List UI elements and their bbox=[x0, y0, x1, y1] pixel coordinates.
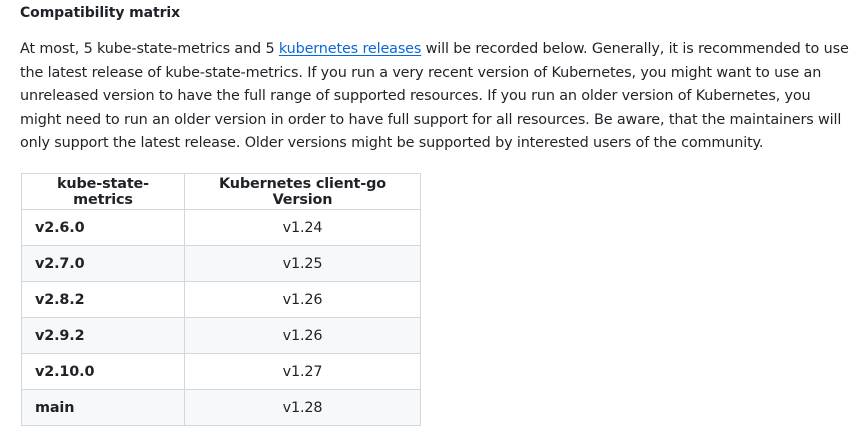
client-go-version-cell: v1.28 bbox=[184, 389, 421, 426]
table-row: v2.8.2 v1.26 bbox=[21, 281, 421, 318]
client-go-version-cell: v1.24 bbox=[184, 209, 421, 246]
ksm-version-cell: main bbox=[21, 389, 185, 426]
client-go-version-cell: v1.26 bbox=[184, 317, 421, 354]
compatibility-table: kube-state-metrics Kubernetes client-go … bbox=[21, 173, 421, 426]
description-paragraph: At most, 5 kube-state-metrics and 5 kube… bbox=[20, 38, 850, 156]
paragraph-text-start: At most, 5 kube-state-metrics and 5 bbox=[20, 41, 279, 57]
client-go-version-cell: v1.26 bbox=[184, 281, 421, 318]
ksm-version-cell: v2.9.2 bbox=[21, 317, 185, 354]
ksm-version-cell: v2.6.0 bbox=[21, 209, 185, 246]
table-row: v2.6.0 v1.24 bbox=[21, 209, 421, 246]
client-go-version-cell: v1.27 bbox=[184, 353, 421, 390]
table-row: v2.7.0 v1.25 bbox=[21, 245, 421, 282]
header-kube-state-metrics: kube-state-metrics bbox=[21, 173, 185, 210]
section-heading: Compatibility matrix bbox=[20, 5, 181, 21]
ksm-version-cell: v2.10.0 bbox=[21, 353, 185, 390]
ksm-version-cell: v2.8.2 bbox=[21, 281, 185, 318]
ksm-version-cell: v2.7.0 bbox=[21, 245, 185, 282]
kubernetes-releases-link[interactable]: kubernetes releases bbox=[279, 41, 421, 57]
table-row: main v1.28 bbox=[21, 389, 421, 426]
client-go-version-cell: v1.25 bbox=[184, 245, 421, 282]
table-header-row: kube-state-metrics Kubernetes client-go … bbox=[21, 173, 421, 210]
table-row: v2.10.0 v1.27 bbox=[21, 353, 421, 390]
paragraph-text-end: will be recorded below. Generally, it is… bbox=[20, 41, 849, 151]
table-row: v2.9.2 v1.26 bbox=[21, 317, 421, 354]
header-client-go-version: Kubernetes client-go Version bbox=[184, 173, 421, 210]
